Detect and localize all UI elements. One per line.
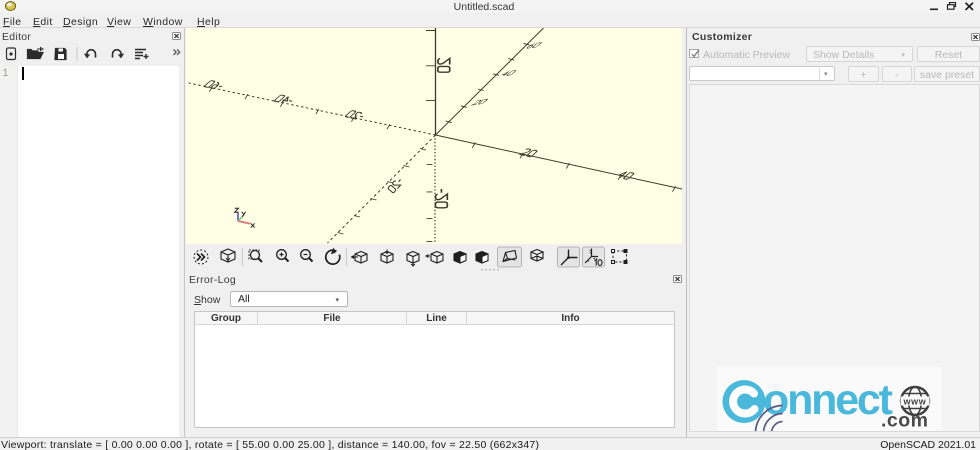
svg-text:www: www <box>903 397 927 407</box>
svg-text:.com: .com <box>881 410 929 432</box>
svg-text:onnect: onnect <box>763 376 893 424</box>
